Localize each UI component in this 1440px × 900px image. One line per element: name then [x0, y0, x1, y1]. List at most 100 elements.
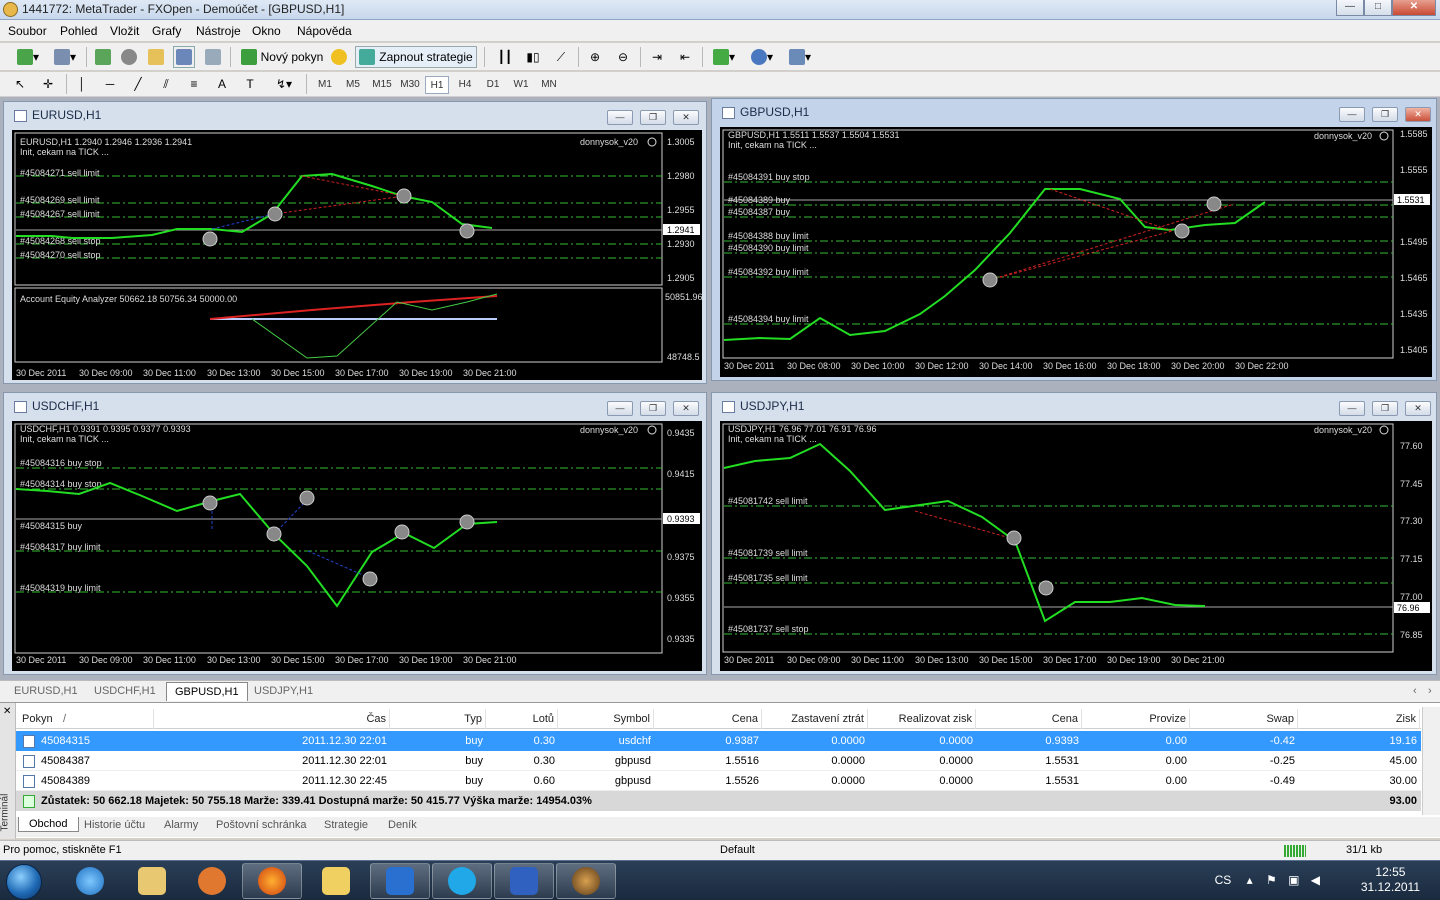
- tf-m15[interactable]: M15: [368, 76, 396, 94]
- tf-h1[interactable]: H1: [425, 76, 449, 94]
- tab-usdjpy[interactable]: USDJPY,H1: [246, 684, 321, 698]
- chart-restore-button[interactable]: ❐: [1372, 401, 1398, 416]
- arrows-icon[interactable]: ↯▾: [268, 73, 300, 95]
- chart-close-button[interactable]: ✕: [673, 110, 699, 125]
- volume-icon[interactable]: ◀: [1311, 873, 1320, 887]
- col-type[interactable]: Typ: [390, 709, 486, 729]
- chart-window-usdchf[interactable]: USDCHF,H1 — ❐ ✕ USDCHF,H1 0.9391 0.9395 …: [3, 392, 707, 675]
- terminal-scrollbar[interactable]: [1422, 707, 1440, 815]
- chart-window-usdjpy[interactable]: USDJPY,H1 — ❐ ✕ USDJPY,H1 76.96 77.01 76…: [711, 392, 1437, 675]
- text-icon[interactable]: A: [212, 73, 232, 95]
- col-symbol[interactable]: Symbol: [558, 709, 654, 729]
- menu-nastroje[interactable]: Nástroje: [196, 24, 241, 38]
- chart-close-button[interactable]: ✕: [1405, 401, 1431, 416]
- profiles-button[interactable]: ▾: [48, 46, 82, 68]
- chart-minimize-button[interactable]: —: [607, 110, 633, 125]
- navigator-icon[interactable]: [118, 46, 140, 68]
- usdchf-chart[interactable]: USDCHF,H1 0.9391 0.9395 0.9377 0.9393 In…: [12, 421, 702, 671]
- zoom-in-icon[interactable]: ⊕: [584, 46, 606, 68]
- chart-close-button[interactable]: ✕: [1405, 107, 1431, 122]
- usdjpy-chart[interactable]: USDJPY,H1 76.96 77.01 76.91 76.96 Init, …: [720, 421, 1432, 671]
- tab-journal[interactable]: Deník: [388, 819, 417, 831]
- mail-taskbar-icon[interactable]: [306, 863, 366, 899]
- gbpusd-chart[interactable]: GBPUSD,H1 1.5511 1.5537 1.5504 1.5531 In…: [720, 127, 1432, 377]
- candles-icon[interactable]: ▮▯: [522, 46, 544, 68]
- tab-eurusd[interactable]: EURUSD,H1: [6, 684, 86, 698]
- menu-pohled[interactable]: Pohled: [60, 24, 97, 38]
- media-player-taskbar-icon[interactable]: [182, 863, 242, 899]
- menu-vlozit[interactable]: Vložit: [110, 24, 139, 38]
- explorer-taskbar-icon[interactable]: [122, 863, 182, 899]
- tab-usdchf[interactable]: USDCHF,H1: [86, 684, 164, 698]
- maximize-button[interactable]: □: [1364, 0, 1392, 16]
- metatrader-taskbar-icon[interactable]: [556, 863, 616, 899]
- tab-account-history[interactable]: Historie účtu: [84, 819, 145, 831]
- table-row[interactable]: 45084389 2011.12.30 22:45 buy 0.60 gbpus…: [16, 771, 1421, 791]
- tab-alerts[interactable]: Alarmy: [164, 819, 198, 831]
- col-time[interactable]: Čas: [154, 709, 390, 729]
- tab-strategies[interactable]: Strategie: [324, 819, 368, 831]
- network-app-taskbar-icon[interactable]: [494, 863, 554, 899]
- line-chart-icon[interactable]: ⟋: [550, 46, 572, 68]
- menu-grafy[interactable]: Grafy: [152, 24, 181, 38]
- start-button[interactable]: [6, 864, 42, 900]
- col-current-price[interactable]: Cena: [976, 709, 1082, 729]
- chart-close-button[interactable]: ✕: [673, 401, 699, 416]
- data-window-icon[interactable]: [145, 46, 167, 68]
- col-lots[interactable]: Lotů: [486, 709, 558, 729]
- market-watch-icon[interactable]: [92, 46, 114, 68]
- tf-m1[interactable]: M1: [312, 76, 338, 94]
- tf-d1[interactable]: D1: [480, 76, 506, 94]
- table-row[interactable]: 45084315 2011.12.30 22:01 buy 0.30 usdch…: [16, 731, 1421, 751]
- firefox-taskbar-icon[interactable]: [242, 863, 302, 899]
- enable-strategies-button[interactable]: Zapnout strategie: [355, 46, 477, 68]
- indicators-button[interactable]: ▾: [708, 46, 740, 68]
- terminal-close-icon[interactable]: ✕: [3, 706, 11, 717]
- bar-chart-icon[interactable]: ┃┃: [494, 46, 516, 68]
- tab-mailbox[interactable]: Poštovní schránka: [216, 819, 307, 831]
- clock[interactable]: 12:55 31.12.2011: [1361, 865, 1420, 895]
- periods-button[interactable]: ▾: [746, 46, 778, 68]
- flag-icon[interactable]: ⚑: [1266, 873, 1277, 887]
- col-take-profit[interactable]: Realizovat zisk: [868, 709, 976, 729]
- fibonacci-icon[interactable]: ≡: [184, 73, 204, 95]
- chart-window-gbpusd[interactable]: GBPUSD,H1 — ❐ ✕ GBPUSD,H1 1.5511 1.5537 …: [711, 98, 1437, 381]
- close-button[interactable]: ✕: [1392, 0, 1436, 16]
- horizontal-line-icon[interactable]: ─: [100, 73, 120, 95]
- cursor-icon[interactable]: ↖: [10, 73, 30, 95]
- metaeditor-icon[interactable]: [328, 46, 350, 68]
- chart-restore-button[interactable]: ❐: [640, 110, 666, 125]
- chart-minimize-button[interactable]: —: [1339, 107, 1365, 122]
- menu-soubor[interactable]: Soubor: [8, 24, 47, 38]
- table-row[interactable]: 45084387 2011.12.30 22:01 buy 0.30 gbpus…: [16, 751, 1421, 771]
- new-chart-button[interactable]: ▾: [8, 46, 48, 68]
- tab-gbpusd[interactable]: GBPUSD,H1: [166, 682, 248, 701]
- tf-mn[interactable]: MN: [536, 76, 562, 94]
- terminal-icon[interactable]: [173, 46, 195, 68]
- app-z-taskbar-icon[interactable]: [370, 863, 430, 899]
- chart-minimize-button[interactable]: —: [607, 401, 633, 416]
- zoom-out-icon[interactable]: ⊖: [612, 46, 634, 68]
- autoscroll-icon[interactable]: ⇥: [646, 46, 668, 68]
- text-label-icon[interactable]: T: [240, 73, 260, 95]
- tf-w1[interactable]: W1: [508, 76, 534, 94]
- col-price[interactable]: Cena: [654, 709, 762, 729]
- language-indicator[interactable]: CS: [1215, 873, 1232, 887]
- trendline-icon[interactable]: ╱: [128, 73, 148, 95]
- col-stop-loss[interactable]: Zastavení ztrát: [762, 709, 868, 729]
- col-commission[interactable]: Provize: [1082, 709, 1190, 729]
- eurusd-chart[interactable]: EURUSD,H1 1.2940 1.2946 1.2936 1.2941 In…: [12, 130, 702, 380]
- vertical-line-icon[interactable]: │: [72, 73, 92, 95]
- minimize-button[interactable]: —: [1336, 0, 1364, 16]
- tester-icon[interactable]: [202, 46, 224, 68]
- crosshair-icon[interactable]: ✛: [38, 73, 58, 95]
- col-swap[interactable]: Swap: [1190, 709, 1298, 729]
- tray-expand-icon[interactable]: ▴: [1247, 873, 1253, 887]
- new-order-button[interactable]: Nový pokyn: [236, 46, 328, 68]
- col-profit[interactable]: Zisk: [1298, 709, 1420, 729]
- templates-button[interactable]: ▾: [784, 46, 816, 68]
- ie-taskbar-icon[interactable]: [60, 863, 120, 899]
- chart-shift-icon[interactable]: ⇤: [674, 46, 696, 68]
- channel-icon[interactable]: ⫽: [156, 73, 176, 95]
- chart-window-eurusd[interactable]: EURUSD,H1 — ❐ ✕ EURUSD,H1 1.2940 1.2946 …: [3, 101, 707, 384]
